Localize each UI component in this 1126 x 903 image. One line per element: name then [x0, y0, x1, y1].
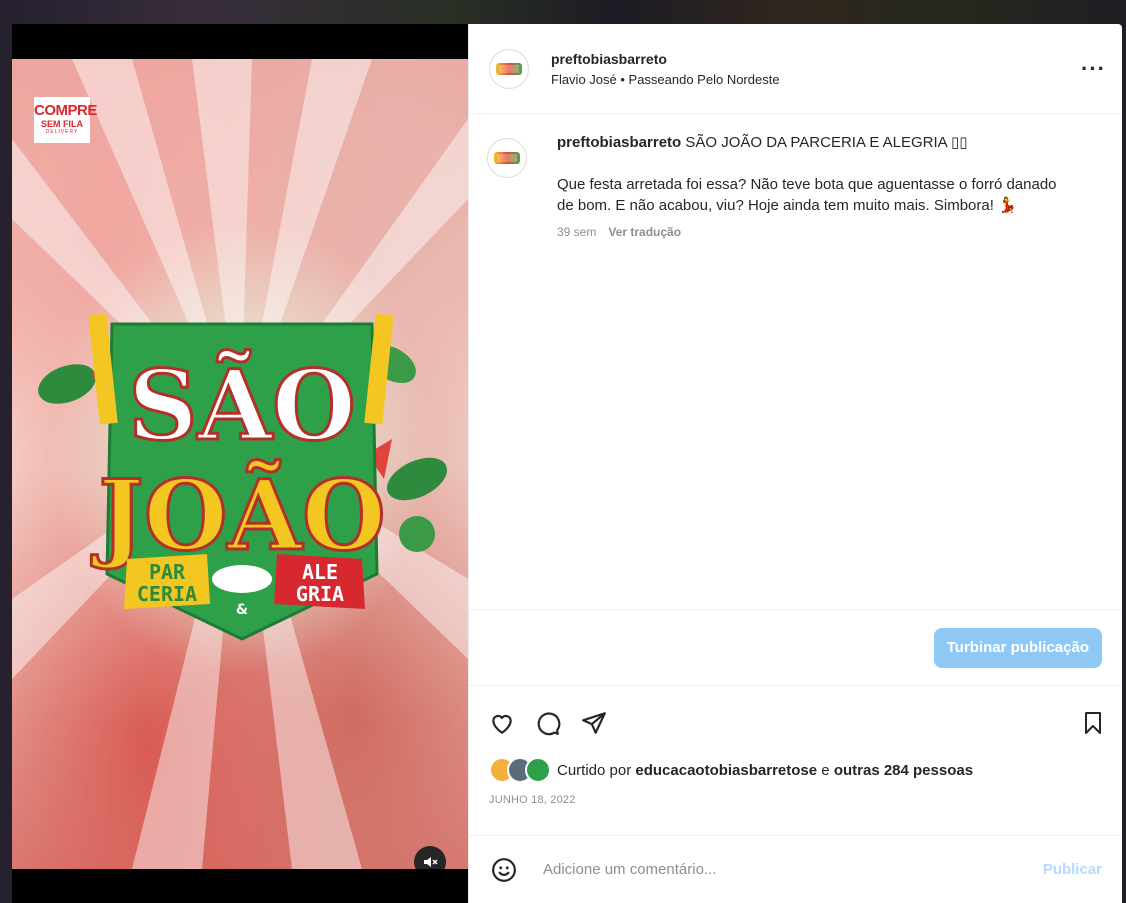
avatar[interactable] [489, 48, 529, 89]
boost-bar: Turbinar publicação [469, 609, 1122, 685]
emoji-icon[interactable] [491, 857, 517, 883]
share-icon[interactable] [581, 710, 607, 736]
caption-meta: 39 sem Ver tradução [557, 222, 1077, 243]
post-header: preftobiasbarreto Flavio José • Passeand… [469, 24, 1122, 114]
liked-prefix: Curtido por [557, 761, 632, 779]
translate-link[interactable]: Ver tradução [608, 225, 681, 239]
liked-user-link[interactable]: educacaotobiasbarretose [635, 762, 817, 779]
media-panel[interactable]: COMPRE SEM FILA DELIVERY SÃO JOÃO PAR CE… [12, 24, 468, 903]
audio-subtitle[interactable]: Flavio José • Passeando Pelo Nordeste [551, 72, 1081, 87]
brand-line3: DELIVERY [45, 129, 79, 135]
heart-icon[interactable] [489, 710, 515, 736]
publish-button[interactable]: Publicar [1043, 861, 1102, 878]
caption-avatar[interactable] [487, 138, 527, 178]
actions-section: Curtido por educacaotobiasbarretose e ou… [469, 685, 1122, 835]
boost-button[interactable]: Turbinar publicação [933, 627, 1102, 668]
logo-amp: & [236, 602, 248, 618]
likes-row: Curtido por educacaotobiasbarretose e ou… [489, 757, 1106, 783]
logo-word-sao: SÃO [128, 349, 355, 462]
liked-others-link[interactable]: outras 284 pessoas [834, 762, 973, 779]
logo-ale: ALE [302, 560, 338, 584]
liked-and: e [821, 761, 830, 779]
bookmark-icon[interactable] [1080, 710, 1106, 736]
video-player[interactable]: COMPRE SEM FILA DELIVERY SÃO JOÃO PAR CE… [12, 59, 468, 869]
handshake-icon [212, 565, 272, 593]
sao-joao-logo: SÃO JOÃO PAR CERIA ALE GRIA & [38, 313, 447, 641]
liker-avatar[interactable] [525, 757, 551, 783]
caption-text: preftobiasbarreto SÃO JOÃO DA PARCERIA E… [557, 132, 1077, 609]
post-date: JUNHO 18, 2022 [489, 794, 576, 806]
post-details-panel: preftobiasbarreto Flavio José • Passeand… [468, 24, 1122, 903]
comment-icon[interactable] [535, 710, 561, 736]
logo-gria: GRIA [296, 582, 344, 606]
logo-par: PAR [149, 560, 186, 584]
post-modal: COMPRE SEM FILA DELIVERY SÃO JOÃO PAR CE… [12, 24, 1122, 903]
caption-body: Que festa arretada foi essa? Não teve bo… [557, 176, 1057, 214]
caption-time[interactable]: 39 sem [557, 225, 596, 239]
header-username[interactable]: preftobiasbarreto [551, 51, 1081, 67]
brand-line2: SEM FILA [41, 119, 83, 129]
caption-area: preftobiasbarreto SÃO JOÃO DA PARCERIA E… [469, 114, 1122, 609]
header-meta: preftobiasbarreto Flavio José • Passeand… [551, 51, 1081, 87]
more-horizontal-icon[interactable]: ··· [1081, 57, 1106, 79]
caption-headline: SÃO JOÃO DA PARCERIA E ALEGRIA ▯▯ [685, 134, 968, 151]
compre-sem-fila-logo: COMPRE SEM FILA DELIVERY [34, 97, 97, 143]
logo-word-joao: JOÃO [90, 459, 385, 572]
brand-line1: COMPRE [34, 102, 97, 119]
caption-username[interactable]: preftobiasbarreto [557, 134, 681, 151]
comment-box: Publicar [469, 835, 1122, 903]
action-icons [489, 686, 1106, 758]
comment-input[interactable] [541, 860, 1043, 879]
likes-text: Curtido por educacaotobiasbarretose e ou… [557, 762, 973, 779]
logo-ceria: CERIA [137, 582, 197, 606]
